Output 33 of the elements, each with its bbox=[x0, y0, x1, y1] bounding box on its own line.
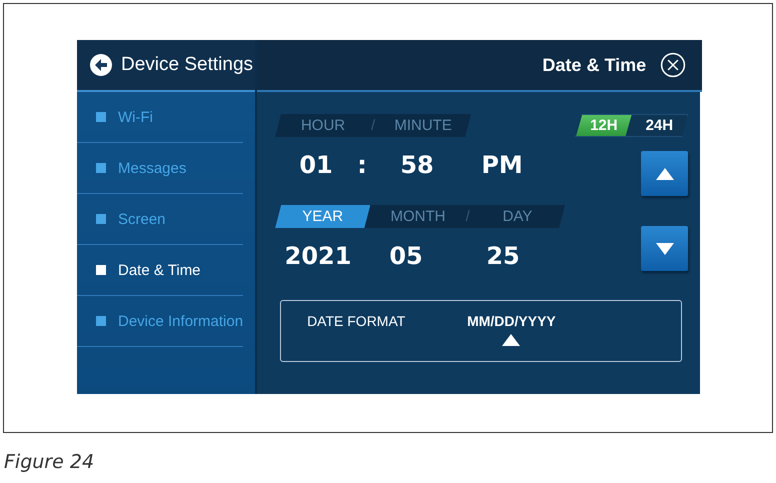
tab-separator: / bbox=[370, 117, 376, 134]
down-button[interactable] bbox=[641, 226, 688, 271]
sidebar-item[interactable]: Device Information bbox=[77, 312, 244, 330]
back-icon[interactable] bbox=[89, 53, 113, 77]
minute-value: 58 bbox=[399, 151, 435, 179]
up-button[interactable] bbox=[641, 151, 688, 196]
field-tab[interactable]: DAY bbox=[470, 205, 566, 228]
time-colon: : bbox=[357, 151, 368, 179]
field-tab[interactable]: HOUR bbox=[275, 114, 371, 137]
sidebar-item[interactable]: Date & Time bbox=[77, 262, 201, 278]
panel-title: Date & Time bbox=[542, 54, 646, 76]
period-value: PM bbox=[480, 151, 524, 179]
tab-separator: / bbox=[466, 208, 470, 225]
month-value: 05 bbox=[388, 242, 424, 270]
sidebar-item[interactable]: Screen bbox=[77, 210, 166, 228]
date-format-box[interactable]: DATE FORMAT MM/DD/YYYY bbox=[280, 300, 682, 362]
clock-mode-tab[interactable]: 24H bbox=[632, 115, 688, 136]
hour-value: 01 bbox=[298, 151, 334, 179]
close-icon[interactable] bbox=[660, 52, 686, 78]
field-tab[interactable]: MINUTE bbox=[375, 114, 472, 137]
clock-mode-tab[interactable]: 12H bbox=[576, 115, 632, 136]
caret-icon bbox=[501, 333, 522, 347]
figure-caption: Figure 24 bbox=[4, 451, 94, 473]
day-value: 25 bbox=[485, 242, 521, 270]
down-arrow-icon bbox=[654, 242, 675, 256]
sidebar-title: Device Settings bbox=[121, 54, 254, 76]
sidebar-item[interactable]: Messages bbox=[77, 160, 186, 176]
year-value: 2021 bbox=[284, 242, 352, 270]
sidebar-item[interactable]: Wi-Fi bbox=[77, 108, 153, 126]
field-tab[interactable]: YEAR bbox=[275, 205, 370, 228]
field-tab[interactable]: MONTH bbox=[370, 205, 466, 228]
date-format-value: MM/DD/YYYY bbox=[467, 313, 556, 329]
up-arrow-icon bbox=[654, 166, 675, 180]
